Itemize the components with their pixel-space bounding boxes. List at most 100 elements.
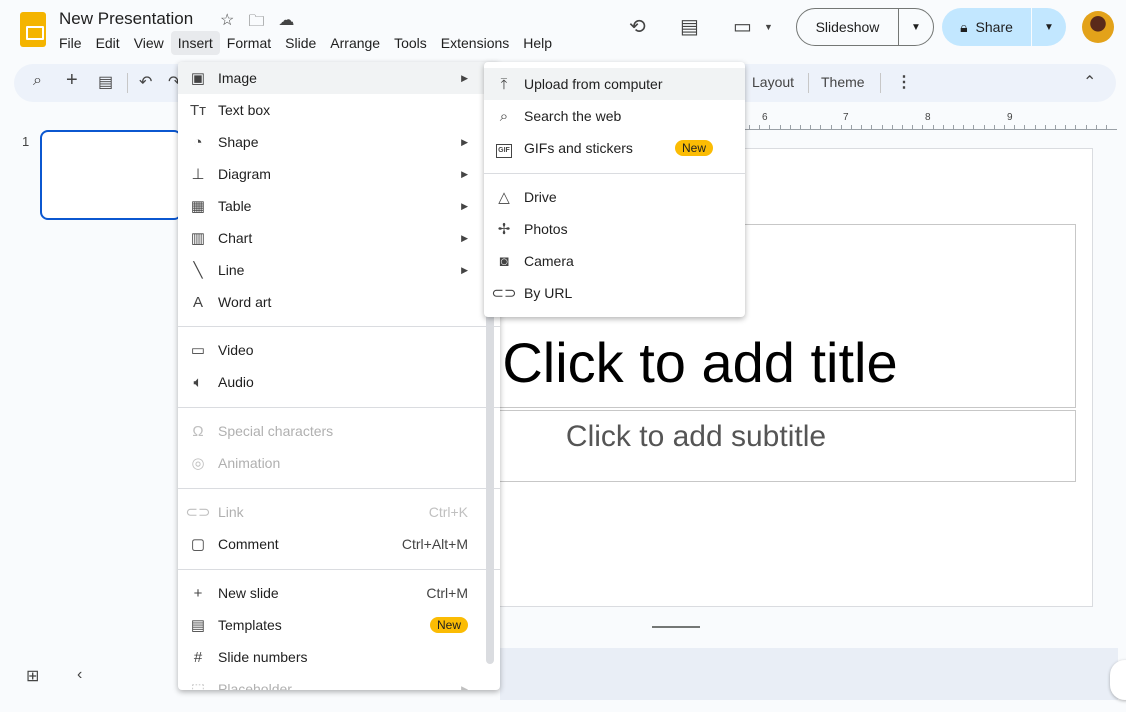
submenu-arrow-icon: ▶	[461, 136, 468, 147]
insert_menu-item-animation[interactable]: ◎ Animation	[178, 447, 500, 479]
submenu-arrow-icon: ▶	[461, 232, 468, 243]
menu-item-label: Animation	[218, 455, 281, 471]
placeholder-icon: ⬚	[190, 681, 206, 690]
camera-icon: ◙	[499, 252, 509, 270]
omega-icon: Ω	[192, 422, 204, 440]
meet-video-icon[interactable]: ▭	[733, 14, 752, 39]
slide-thumbnail[interactable]	[40, 130, 182, 220]
collapse-filmstrip-icon[interactable]: ‹	[77, 666, 82, 684]
insert_menu-item-new-slide[interactable]: + New slide Ctrl+M	[178, 577, 500, 609]
menu-separator	[178, 488, 500, 489]
menu-item-label: Search the web	[524, 108, 622, 124]
share-options-caret-icon[interactable]: ▼	[1032, 22, 1066, 33]
menu-help[interactable]: Help	[516, 31, 559, 55]
slideshow-options-caret-icon[interactable]: ▼	[899, 22, 933, 33]
share-main[interactable]: 🔒︎ Share	[942, 8, 1032, 46]
menu-file[interactable]: File	[52, 31, 89, 55]
insert_menu-item-line[interactable]: ╲ Line ▶	[178, 254, 500, 286]
submenu-arrow-icon: ▶	[461, 683, 468, 691]
ruler-tick	[749, 125, 750, 129]
slideshow-button[interactable]: Slideshow ▼	[796, 8, 934, 46]
image_submenu-item-camera[interactable]: ◙ Camera	[484, 245, 745, 277]
image_submenu-item-photos[interactable]: ✢ Photos	[484, 213, 745, 245]
insert_menu-item-link[interactable]: ⊂⊃ Link Ctrl+K	[178, 496, 500, 528]
side-panel-toggle[interactable]	[1110, 660, 1126, 700]
insert_menu-item-audio[interactable]: 🔈︎ Audio	[178, 366, 500, 398]
image_submenu-item-upload-from-computer[interactable]: ⤒ Upload from computer	[484, 68, 745, 100]
text-box-icon: Tт	[189, 101, 207, 119]
ruler-tick	[932, 125, 934, 129]
link-icon: ⊂⊃	[185, 504, 211, 521]
collapse-toolbar-icon[interactable]: ⌃	[1083, 72, 1096, 92]
image_submenu-item-search-the-web[interactable]: ⌕ Search the web	[484, 100, 745, 132]
new-slide-icon[interactable]: +	[66, 69, 78, 92]
menu-extensions[interactable]: Extensions	[434, 31, 516, 55]
menu-item-label: Placeholder	[218, 681, 292, 690]
menu-edit[interactable]: Edit	[89, 31, 127, 55]
insert_menu-item-comment[interactable]: ▢ Comment Ctrl+Alt+M	[178, 528, 500, 560]
insert_menu-item-table[interactable]: ▦ Table ▶	[178, 190, 500, 222]
menu-item-label: Table	[218, 198, 252, 214]
share-button[interactable]: 🔒︎ Share ▼	[942, 8, 1066, 46]
menu-insert[interactable]: Insert	[170, 31, 220, 55]
insert_menu-item-image[interactable]: ▣ Image ▶	[178, 62, 500, 94]
audio-icon: 🔈︎	[193, 373, 203, 391]
insert_menu-item-text-box[interactable]: Tт Text box	[178, 94, 500, 126]
ruler-tick	[810, 125, 812, 129]
document-title[interactable]: New Presentation	[59, 9, 193, 29]
slide-layout-icon[interactable]: ▤	[98, 72, 113, 92]
subtitle-placeholder-text[interactable]: Click to add subtitle	[480, 420, 912, 454]
avatar[interactable]	[1082, 11, 1114, 43]
grid-view-icon[interactable]: ⊞	[26, 666, 39, 686]
insert_menu-item-diagram[interactable]: ⊥ Diagram ▶	[178, 158, 500, 190]
chart-icon: ▥	[190, 230, 206, 247]
menu-item-label: Special characters	[218, 423, 334, 439]
version-history-icon[interactable]: ⟲	[629, 14, 646, 39]
shape-icon: ◔	[193, 133, 203, 151]
insert_menu-item-slide-numbers[interactable]: # Slide numbers	[178, 641, 500, 673]
ruler-tick	[1095, 125, 1097, 129]
menu-arrange[interactable]: Arrange	[323, 31, 387, 55]
slideshow-label[interactable]: Slideshow	[797, 9, 899, 45]
ruler-tick	[1085, 125, 1087, 129]
insert_menu-item-word-art[interactable]: A Word art	[178, 286, 500, 318]
insert_menu-item-special-characters[interactable]: Ω Special characters	[178, 415, 500, 447]
diagram-icon: ⊥	[191, 166, 205, 183]
ruler-tick	[800, 125, 801, 129]
ruler-tick	[1024, 125, 1026, 129]
slide-number: 1	[22, 134, 30, 149]
notes-resize-handle[interactable]	[652, 626, 700, 628]
insert_menu-item-video[interactable]: ▭ Video	[178, 334, 500, 366]
menu-view[interactable]: View	[127, 31, 171, 55]
insert_menu-item-placeholder[interactable]: ⬚ Placeholder ▶	[178, 673, 500, 690]
insert_menu-item-shape[interactable]: ◔ Shape ▶	[178, 126, 500, 158]
theme-button[interactable]: Theme	[821, 74, 865, 90]
ruler-tick	[963, 125, 965, 129]
comments-icon[interactable]: ▤	[680, 14, 699, 39]
image_submenu-item-drive[interactable]: △ Drive	[484, 181, 745, 213]
menu-tools[interactable]: Tools	[387, 31, 434, 55]
slides-logo[interactable]	[20, 12, 46, 47]
meet-caret-icon[interactable]: ▼	[764, 22, 773, 32]
menu-item-label: Link	[218, 504, 244, 520]
menu-slide[interactable]: Slide	[278, 31, 323, 55]
undo-icon[interactable]: ↶	[139, 72, 152, 92]
ruler-tick	[973, 125, 975, 129]
insert_menu-item-chart[interactable]: ▥ Chart ▶	[178, 222, 500, 254]
image_submenu-item-gifs-and-stickers[interactable]: GIF GIFs and stickers New	[484, 132, 745, 164]
menu-separator	[484, 173, 745, 174]
menu-item-label: Diagram	[218, 166, 271, 182]
insert_menu-item-templates[interactable]: ▤ Templates New	[178, 609, 500, 641]
speaker-notes[interactable]	[500, 648, 1118, 700]
ruler-tick	[902, 125, 903, 129]
ruler-tick	[1034, 125, 1036, 129]
layout-button[interactable]: Layout	[752, 74, 794, 90]
ruler-tick	[1004, 125, 1005, 129]
menu-format[interactable]: Format	[220, 31, 278, 55]
link-icon: ⊂⊃	[491, 285, 517, 302]
more-options-icon[interactable]: ⋮	[896, 72, 912, 92]
plus-icon: +	[193, 584, 203, 602]
title-placeholder-text[interactable]: Click to add title	[480, 330, 920, 395]
search-menus-icon[interactable]: ⌕	[33, 72, 42, 90]
image_submenu-item-by-url[interactable]: ⊂⊃ By URL	[484, 277, 745, 309]
